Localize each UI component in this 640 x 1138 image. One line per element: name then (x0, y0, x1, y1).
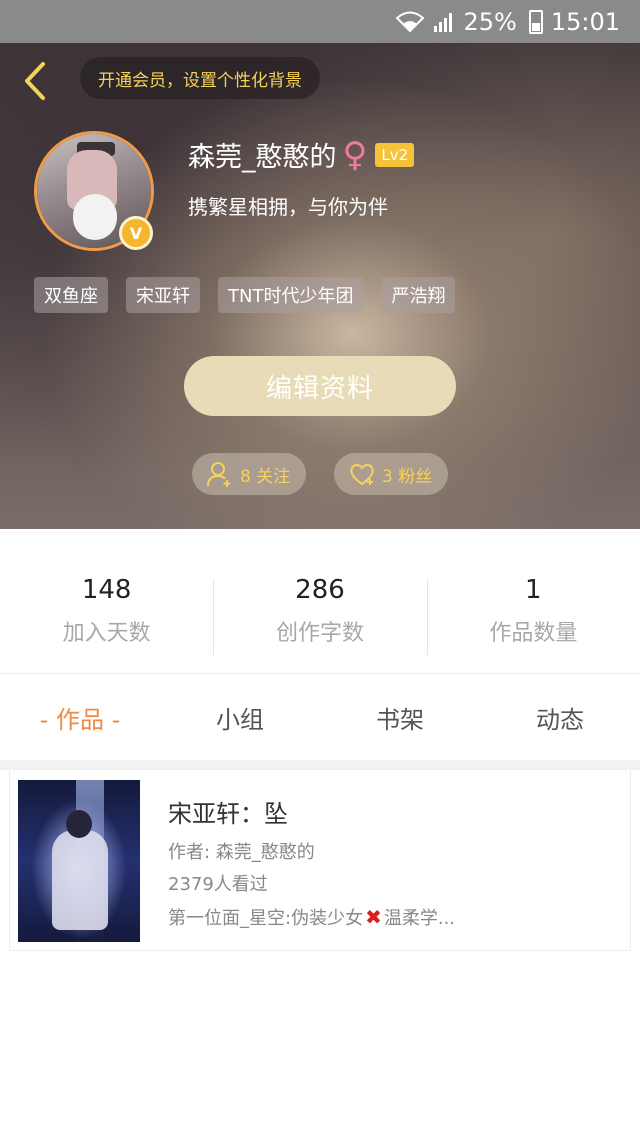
battery-icon (528, 9, 543, 34)
chevron-left-icon (25, 62, 45, 100)
work-views: 2379人看过 (168, 874, 268, 895)
verified-badge: V (119, 216, 153, 250)
stat-label: 作品数量 (489, 621, 578, 646)
section-divider (0, 760, 640, 770)
stat-label: 创作字数 (275, 621, 364, 646)
username: 森莞_憨憨的 (188, 142, 337, 173)
tab-bookshelf[interactable]: 书架 (320, 700, 480, 735)
following-button[interactable]: 8 关注 (192, 453, 306, 495)
tab-groups[interactable]: 小组 (160, 700, 320, 735)
level-badge: Lv2 (375, 142, 415, 167)
user-add-icon (207, 462, 231, 487)
profile-header: 开通会员，设置个性化背景 V 森莞_憨憨的 ♀ Lv2 携繁星相拥，与你为伴 双… (0, 43, 640, 529)
signal-icon (433, 11, 455, 33)
tab-activity[interactable]: 动态 (480, 700, 640, 735)
stat-value: 148 (81, 575, 132, 605)
tag-list: 双鱼座 宋亚轩 TNT时代少年团 严浩翔 (34, 277, 456, 313)
work-title: 宋亚轩：坠 (168, 800, 288, 828)
tab-works[interactable]: - 作品 - (0, 700, 160, 735)
work-description-text: 温柔学... (383, 908, 456, 929)
heart-icon (350, 464, 374, 486)
profile-tabs: - 作品 - 小组 书架 动态 (0, 675, 640, 760)
wifi-icon (395, 11, 425, 33)
tag-item[interactable]: TNT时代少年团 (218, 277, 364, 313)
stat-works-count: 1 作品数量 (426, 529, 640, 673)
signature: 携繁星相拥，与你为伴 (188, 195, 388, 219)
fans-button[interactable]: 3 粉丝 (334, 453, 448, 495)
work-cover-image (18, 780, 140, 942)
stat-days-joined: 148 加入天数 (0, 529, 213, 673)
work-author: 作者: 森莞_憨憨的 (168, 842, 315, 863)
fans-count: 3 粉丝 (382, 466, 433, 487)
clock: 15:01 (550, 7, 620, 36)
tag-item[interactable]: 宋亚轩 (126, 277, 200, 313)
avatar[interactable]: V (34, 131, 154, 251)
work-description: 第一位面_星空:伪装少女 ✖ 温柔学... (168, 904, 455, 930)
status-bar: 25% 15:01 (0, 0, 640, 43)
tag-item[interactable]: 双鱼座 (34, 277, 108, 313)
vip-background-prompt[interactable]: 开通会员，设置个性化背景 (80, 57, 320, 99)
back-button[interactable] (16, 59, 52, 103)
tag-item[interactable]: 严浩翔 (381, 277, 456, 313)
stat-label: 加入天数 (62, 621, 151, 646)
work-description-text: 第一位面_星空:伪装少女 (168, 908, 364, 929)
cross-mark-icon: ✖ (365, 905, 382, 929)
stat-value: 1 (525, 575, 542, 605)
stat-value: 286 (295, 575, 345, 605)
stat-word-count: 286 创作字数 (213, 529, 426, 673)
female-gender-icon: ♀ (342, 134, 368, 175)
following-count: 8 关注 (240, 466, 291, 487)
stats-bar: 148 加入天数 286 创作字数 1 作品数量 (0, 529, 640, 674)
battery-percent: 25% (463, 7, 517, 36)
username-row: 森莞_憨憨的 ♀ Lv2 (188, 134, 415, 175)
work-card[interactable]: 宋亚轩：坠 作者: 森莞_憨憨的 2379人看过 第一位面_星空:伪装少女 ✖ … (10, 770, 630, 950)
edit-profile-button[interactable]: 编辑资料 (184, 356, 456, 416)
